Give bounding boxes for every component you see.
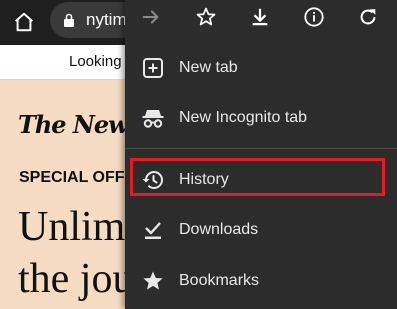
banner-text: Looking f	[69, 53, 130, 70]
menu-item-new-incognito-tab[interactable]: New Incognito tab	[125, 95, 397, 141]
page-info-button[interactable]	[299, 2, 329, 32]
special-offer-label: SPECIAL OFFE	[19, 169, 136, 186]
menu-item-label: Bookmarks	[179, 272, 260, 289]
menu-item-bookmarks[interactable]: Bookmarks	[125, 258, 397, 304]
lock-icon	[64, 13, 74, 27]
refresh-icon	[360, 9, 376, 25]
headline: Unlimi the jou	[18, 201, 137, 305]
menu-divider	[125, 148, 397, 149]
url-text: nytim	[86, 10, 127, 29]
incognito-icon	[142, 110, 164, 128]
history-highlight-box	[130, 158, 385, 196]
menu-item-new-tab[interactable]: New tab	[125, 45, 397, 91]
menu-item-downloads[interactable]: Downloads	[125, 207, 397, 253]
menu-item-label: New tab	[179, 59, 238, 76]
plus-square-icon	[143, 58, 163, 78]
headline-line: Unlimi	[18, 204, 138, 250]
star-icon	[196, 7, 216, 26]
info-icon	[304, 7, 324, 27]
refresh-button[interactable]	[353, 2, 383, 32]
headline-line: the jou	[18, 256, 134, 302]
download-icon	[252, 8, 268, 26]
menu-item-label: New Incognito tab	[179, 109, 308, 126]
home-icon	[15, 12, 33, 32]
menu-toolbar	[125, 0, 397, 36]
forward-icon	[142, 10, 159, 24]
download-page-button[interactable]	[245, 2, 275, 32]
overflow-menu: New tab New Incognito tab History Downlo…	[125, 0, 397, 309]
home-button[interactable]	[8, 6, 40, 38]
star-icon	[143, 271, 163, 290]
bookmark-star-button[interactable]	[191, 2, 221, 32]
forward-button[interactable]	[136, 2, 166, 32]
downloads-icon	[145, 222, 161, 239]
menu-item-label: Downloads	[179, 221, 259, 238]
